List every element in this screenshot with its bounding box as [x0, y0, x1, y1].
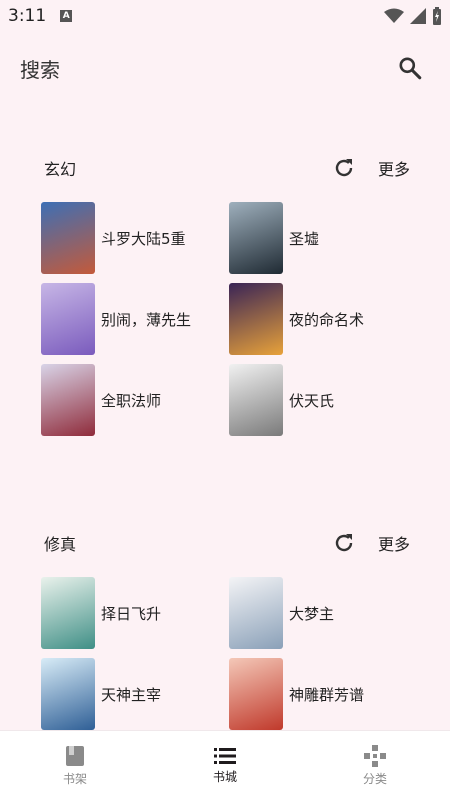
book-title: 夜的命名术	[289, 310, 365, 329]
book-title: 天神主宰	[101, 685, 162, 704]
refresh-icon	[335, 534, 353, 552]
nav-category[interactable]: 分类	[300, 731, 450, 800]
search-bar[interactable]: 搜索	[0, 40, 450, 96]
search-button[interactable]	[390, 48, 430, 88]
book-item[interactable]: 全职法师	[41, 364, 229, 436]
nav-bookshelf[interactable]: 书架	[0, 731, 150, 800]
book-item[interactable]: 圣墟	[229, 202, 417, 274]
bottom-nav: 书架 书城 分类	[0, 730, 450, 800]
book-item[interactable]: 大梦主	[229, 577, 417, 649]
list-icon	[214, 747, 236, 764]
book-title: 全职法师	[101, 391, 162, 410]
gamepad-icon	[364, 744, 386, 767]
section-header: 玄幻 更多	[0, 148, 450, 188]
book-item[interactable]: 天神主宰	[41, 658, 229, 730]
book-cover	[41, 283, 95, 355]
wifi-icon	[384, 8, 404, 23]
section-title: 玄幻	[44, 160, 77, 179]
book-cover	[229, 658, 283, 730]
book-item[interactable]: 夜的命名术	[229, 283, 417, 355]
book-title: 择日飞升	[101, 604, 162, 623]
book-cover	[41, 202, 95, 274]
book-grid: 择日飞升 大梦主 天神主宰 神雕群芳谱	[0, 577, 450, 730]
book-cover	[229, 364, 283, 436]
book-cover	[41, 658, 95, 730]
book-item[interactable]: 斗罗大陆5重	[41, 202, 229, 274]
book-item[interactable]: 别闹，薄先生	[41, 283, 229, 355]
book-title: 别闹，薄先生	[101, 310, 192, 329]
section-header: 修真 更多	[0, 523, 450, 563]
book-icon	[66, 745, 84, 766]
status-bar: 3:11 A	[0, 0, 450, 32]
battery-charging-icon	[433, 7, 441, 25]
notification-a-icon: A	[60, 10, 73, 22]
book-cover	[41, 364, 95, 436]
section-title: 修真	[44, 535, 77, 554]
book-item[interactable]: 神雕群芳谱	[229, 658, 417, 730]
status-time: 3:11	[8, 6, 47, 26]
nav-bookstore[interactable]: 书城	[150, 731, 300, 800]
book-title: 大梦主	[289, 604, 335, 623]
section-xuanhuan: 玄幻 更多 斗罗大陆5重 圣墟 别闹，薄先生 夜的命名术 全职法师 伏天氏	[0, 148, 450, 436]
book-title: 神雕群芳谱	[289, 685, 365, 704]
nav-label: 书城	[212, 769, 237, 784]
book-title: 圣墟	[289, 229, 320, 248]
more-button[interactable]: 更多	[378, 531, 410, 555]
book-item[interactable]: 择日飞升	[41, 577, 229, 649]
book-cover	[229, 202, 283, 274]
book-cover	[41, 577, 95, 649]
search-label: 搜索	[20, 57, 60, 82]
book-cover	[229, 283, 283, 355]
refresh-icon	[335, 159, 353, 177]
refresh-button[interactable]	[328, 152, 360, 184]
nav-label: 分类	[362, 771, 387, 786]
status-icons	[384, 7, 442, 25]
refresh-button[interactable]	[328, 527, 360, 559]
book-grid: 斗罗大陆5重 圣墟 别闹，薄先生 夜的命名术 全职法师 伏天氏	[0, 202, 450, 436]
signal-icon	[410, 8, 426, 24]
book-title: 伏天氏	[289, 391, 335, 410]
book-cover	[229, 577, 283, 649]
book-title: 斗罗大陆5重	[101, 229, 186, 248]
nav-label: 书架	[62, 771, 87, 786]
book-item[interactable]: 伏天氏	[229, 364, 417, 436]
more-button[interactable]: 更多	[378, 156, 410, 180]
section-xiuzhen: 修真 更多 择日飞升 大梦主 天神主宰 神雕群芳谱	[0, 523, 450, 730]
search-icon	[399, 57, 422, 80]
